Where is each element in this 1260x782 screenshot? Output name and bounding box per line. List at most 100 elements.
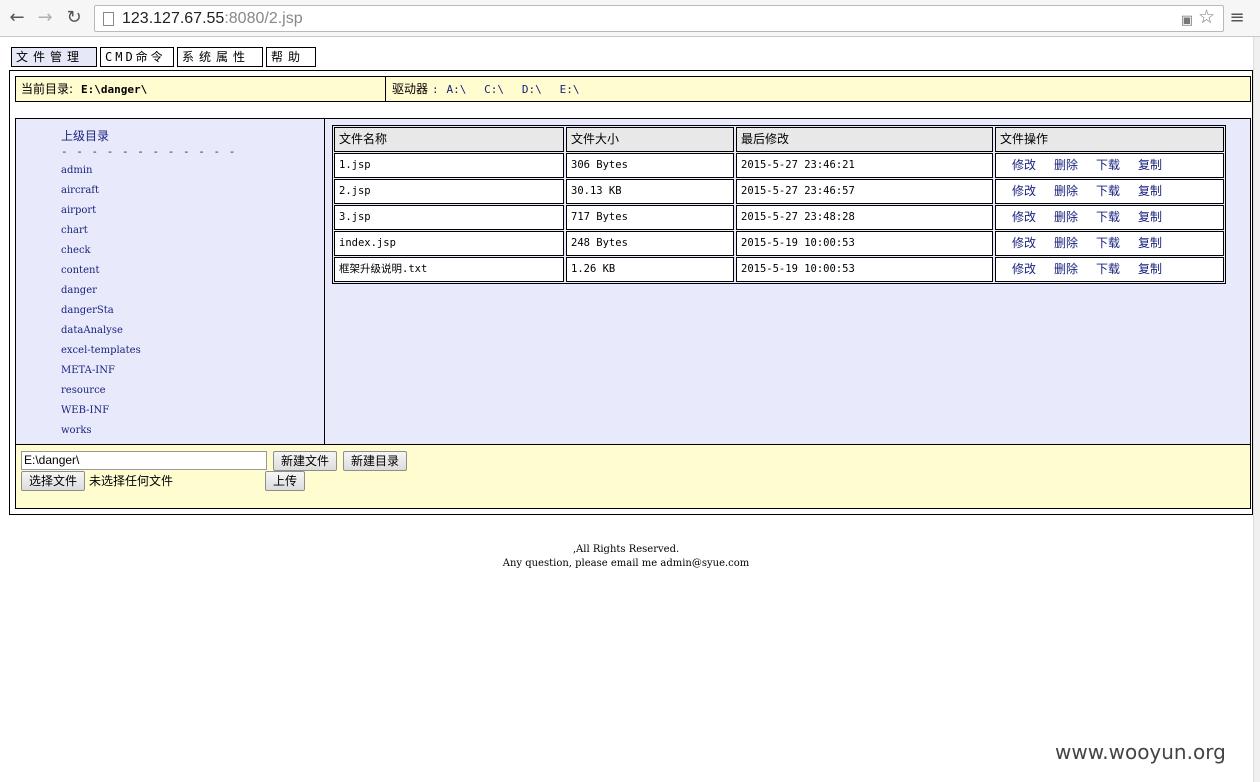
forward-arrow-icon[interactable]: → [33, 6, 57, 30]
dir-link-check[interactable]: check [61, 241, 141, 261]
download-link[interactable]: 下载 [1096, 236, 1120, 250]
file-size: 30.13 KB [566, 179, 734, 204]
file-operations: 修改 删除 下载 复制 [995, 179, 1224, 204]
copy-link[interactable]: 复制 [1138, 184, 1162, 198]
footer-copyright: ,All Rights Reserved. [572, 544, 680, 555]
url-text[interactable]: 123.127.67.55:8080/2.jsp [122, 9, 303, 29]
file-name: 3.jsp [334, 205, 564, 230]
table-row: index.jsp 248 Bytes 2015-5-19 10:00:53 修… [333, 230, 1225, 256]
table-header-row: 文件名称 文件大小 最后修改 文件操作 [333, 126, 1225, 152]
file-name: 框架升级说明.txt [334, 257, 564, 282]
dir-link-web-inf[interactable]: WEB-INF [61, 401, 141, 421]
file-name: index.jsp [334, 231, 564, 256]
dir-link-chart[interactable]: chart [61, 221, 141, 241]
edit-link[interactable]: 修改 [1012, 262, 1036, 276]
copy-link[interactable]: 复制 [1138, 262, 1162, 276]
header-file-operations: 文件操作 [995, 127, 1224, 152]
download-link[interactable]: 下载 [1096, 262, 1120, 276]
tab-system-properties[interactable]: 系统属性 [177, 47, 263, 67]
header-file-name: 文件名称 [334, 127, 564, 152]
dir-link-airport[interactable]: airport [61, 201, 141, 221]
edit-link[interactable]: 修改 [1012, 158, 1036, 172]
current-directory: 当前目录: E:\danger\ [16, 77, 386, 101]
file-chosen-status: 未选择任何文件 [89, 474, 174, 488]
file-operations: 修改 删除 下载 复制 [995, 205, 1224, 230]
back-arrow-icon[interactable]: ← [5, 6, 29, 30]
dir-link-works[interactable]: works [61, 421, 141, 441]
path-input[interactable]: E:\danger\ [21, 451, 267, 470]
upload-button[interactable]: 上传 [265, 471, 305, 491]
edit-link[interactable]: 修改 [1012, 236, 1036, 250]
address-bar[interactable]: 123.127.67.55:8080/2.jsp ▣ ☆ [94, 5, 1224, 32]
copy-link[interactable]: 复制 [1138, 158, 1162, 172]
footer-contact: Any question, please email me admin@syue… [502, 558, 750, 569]
header-last-modified: 最后修改 [736, 127, 993, 152]
drive-c-link[interactable]: C:\ [484, 83, 504, 96]
drive-e-link[interactable]: E:\ [560, 83, 580, 96]
dir-link-dangersta[interactable]: dangerSta [61, 301, 141, 321]
file-modified: 2015-5-27 23:46:21 [736, 153, 993, 178]
file-browser: 上级目录 - - - - - - - - - - - - admin aircr… [15, 118, 1251, 446]
dir-link-resource[interactable]: resource [61, 381, 141, 401]
tab-cmd[interactable]: CMD命令 [100, 47, 174, 67]
parent-directory-link[interactable]: 上级目录 [61, 127, 109, 144]
table-row: 2.jsp 30.13 KB 2015-5-27 23:46:57 修改 删除 下载… [333, 178, 1225, 204]
tab-file-manager[interactable]: 文件管理 [11, 47, 97, 67]
footer: ,All Rights Reserved. Any question, plea… [0, 543, 1252, 571]
table-row: 3.jsp 717 Bytes 2015-5-27 23:48:28 修改 删除 下… [333, 204, 1225, 230]
file-size: 1.26 KB [566, 257, 734, 282]
file-operations: 修改 删除 下载 复制 [995, 231, 1224, 256]
dir-link-dataanalyse[interactable]: dataAnalyse [61, 321, 141, 341]
new-file-button[interactable]: 新建文件 [273, 451, 337, 471]
menu-icon[interactable]: ≡ [1228, 8, 1246, 28]
drive-a-link[interactable]: A:\ [446, 83, 466, 96]
new-directory-button[interactable]: 新建目录 [343, 451, 407, 471]
file-modified: 2015-5-19 10:00:53 [736, 257, 993, 282]
copy-link[interactable]: 复制 [1138, 236, 1162, 250]
file-size: 306 Bytes [566, 153, 734, 178]
copy-link[interactable]: 复制 [1138, 210, 1162, 224]
file-table: 文件名称 文件大小 最后修改 文件操作 1.jsp 306 Bytes 2015… [332, 125, 1226, 284]
file-modified: 2015-5-27 23:46:57 [736, 179, 993, 204]
dir-link-admin[interactable]: admin [61, 161, 141, 181]
delete-link[interactable]: 删除 [1054, 184, 1078, 198]
page-scrollbar[interactable] [1253, 37, 1260, 782]
choose-file-button[interactable]: 选择文件 [21, 471, 85, 491]
current-dir-label: 当前目录: [21, 82, 74, 96]
delete-link[interactable]: 删除 [1054, 262, 1078, 276]
translate-icon[interactable]: ▣ [1181, 11, 1193, 31]
dir-link-aircraft[interactable]: aircraft [61, 181, 141, 201]
reload-icon[interactable]: ↻ [62, 6, 86, 30]
file-modified: 2015-5-19 10:00:53 [736, 231, 993, 256]
file-operations: 修改 删除 下载 复制 [995, 257, 1224, 282]
file-operations: 修改 删除 下载 复制 [995, 153, 1224, 178]
table-row: 1.jsp 306 Bytes 2015-5-27 23:46:21 修改 删除 下… [333, 152, 1225, 178]
download-link[interactable]: 下载 [1096, 158, 1120, 172]
action-bar: E:\danger\ 新建文件 新建目录 选择文件 未选择任何文件 上传 [15, 444, 1251, 509]
delete-link[interactable]: 删除 [1054, 236, 1078, 250]
header-file-size: 文件大小 [566, 127, 734, 152]
file-size: 248 Bytes [566, 231, 734, 256]
drive-d-link[interactable]: D:\ [522, 83, 542, 96]
delete-link[interactable]: 删除 [1054, 210, 1078, 224]
edit-link[interactable]: 修改 [1012, 210, 1036, 224]
current-dir-value: E:\danger\ [81, 83, 148, 96]
file-modified: 2015-5-27 23:48:28 [736, 205, 993, 230]
edit-link[interactable]: 修改 [1012, 184, 1036, 198]
watermark: www.wooyun.org [1055, 740, 1226, 764]
directory-bar: 当前目录: E:\danger\ 驱动器: A:\ C:\ D:\ E:\ [15, 76, 1251, 102]
dir-link-meta-inf[interactable]: META-INF [61, 361, 141, 381]
delete-link[interactable]: 删除 [1054, 158, 1078, 172]
tab-help[interactable]: 帮助 [266, 47, 316, 67]
dir-link-danger[interactable]: danger [61, 281, 141, 301]
dir-link-excel-templates[interactable]: excel-templates [61, 341, 141, 361]
file-name: 1.jsp [334, 153, 564, 178]
download-link[interactable]: 下载 [1096, 210, 1120, 224]
dir-link-content[interactable]: content [61, 261, 141, 281]
download-link[interactable]: 下载 [1096, 184, 1120, 198]
bookmark-star-icon[interactable]: ☆ [1198, 7, 1215, 27]
directory-list: admin aircraft airport chart check conte… [61, 161, 141, 441]
page-icon [103, 12, 114, 26]
file-size: 717 Bytes [566, 205, 734, 230]
drives: 驱动器: A:\ C:\ D:\ E:\ [392, 82, 580, 96]
